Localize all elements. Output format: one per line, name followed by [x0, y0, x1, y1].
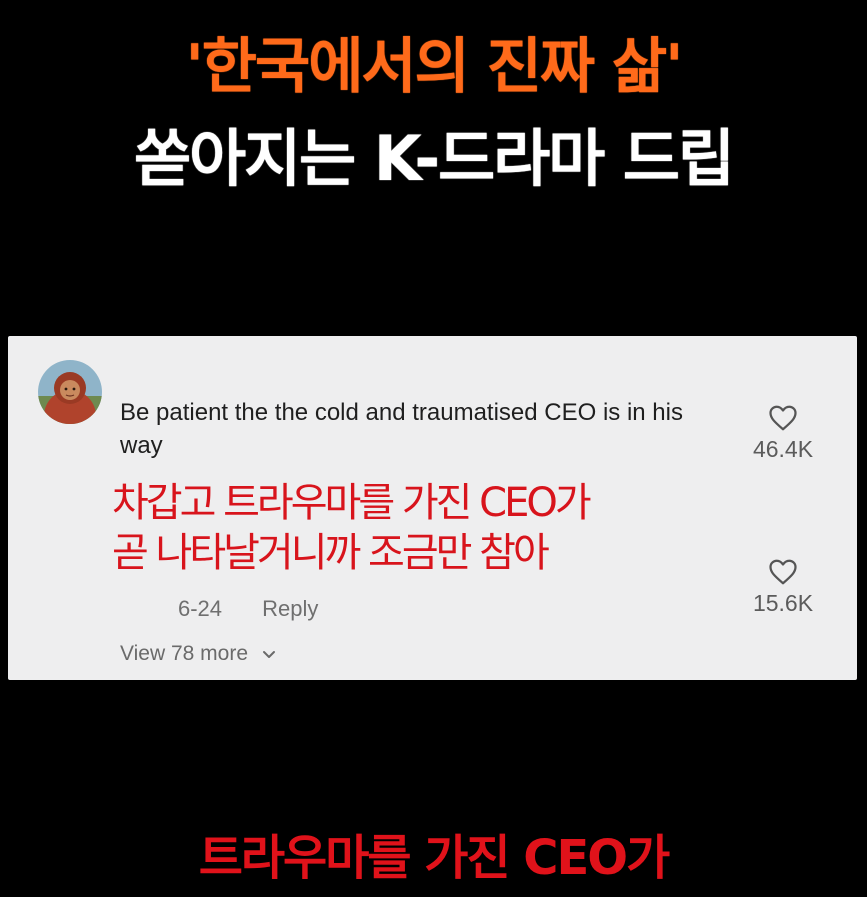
user-avatar-icon[interactable] [38, 360, 102, 424]
comment-card: Be patient the the cold and traumatised … [8, 336, 857, 680]
heart-icon[interactable] [768, 558, 798, 586]
translation-subtitle: 차갑고 트라우마를 가진 CEO가 곧 나타날거니까 조금만 참아 [112, 478, 592, 578]
reply-like: 15.6K [733, 558, 833, 617]
comment-like: 46.4K [733, 404, 833, 463]
heart-icon[interactable] [768, 404, 798, 432]
comment-date: 6-24 [178, 596, 223, 621]
comment-text: Be patient the the cold and traumatised … [120, 399, 683, 459]
translation-line-1: 차갑고 트라우마를 가진 CEO가 [112, 480, 592, 526]
view-more-label: View 78 more [120, 642, 249, 665]
reply-like-count: 15.6K [752, 590, 814, 616]
translation-line-2: 곧 나타날거니까 조금만 참아 [112, 530, 550, 576]
reply-button[interactable]: Reply [262, 596, 318, 621]
chevron-down-icon [262, 642, 276, 666]
headline-subtitle: 쏟아지는 K-드라마 드립 [134, 122, 735, 195]
headline-title: '한국에서의 진짜 삶' [185, 32, 683, 102]
bottom-caption: 트라우마를 가진 CEO가 [198, 830, 671, 886]
comment-meta: 6-24 Reply [178, 596, 318, 622]
view-more-replies-button[interactable]: View 78 more [120, 642, 276, 666]
like-count: 46.4K [752, 436, 814, 462]
